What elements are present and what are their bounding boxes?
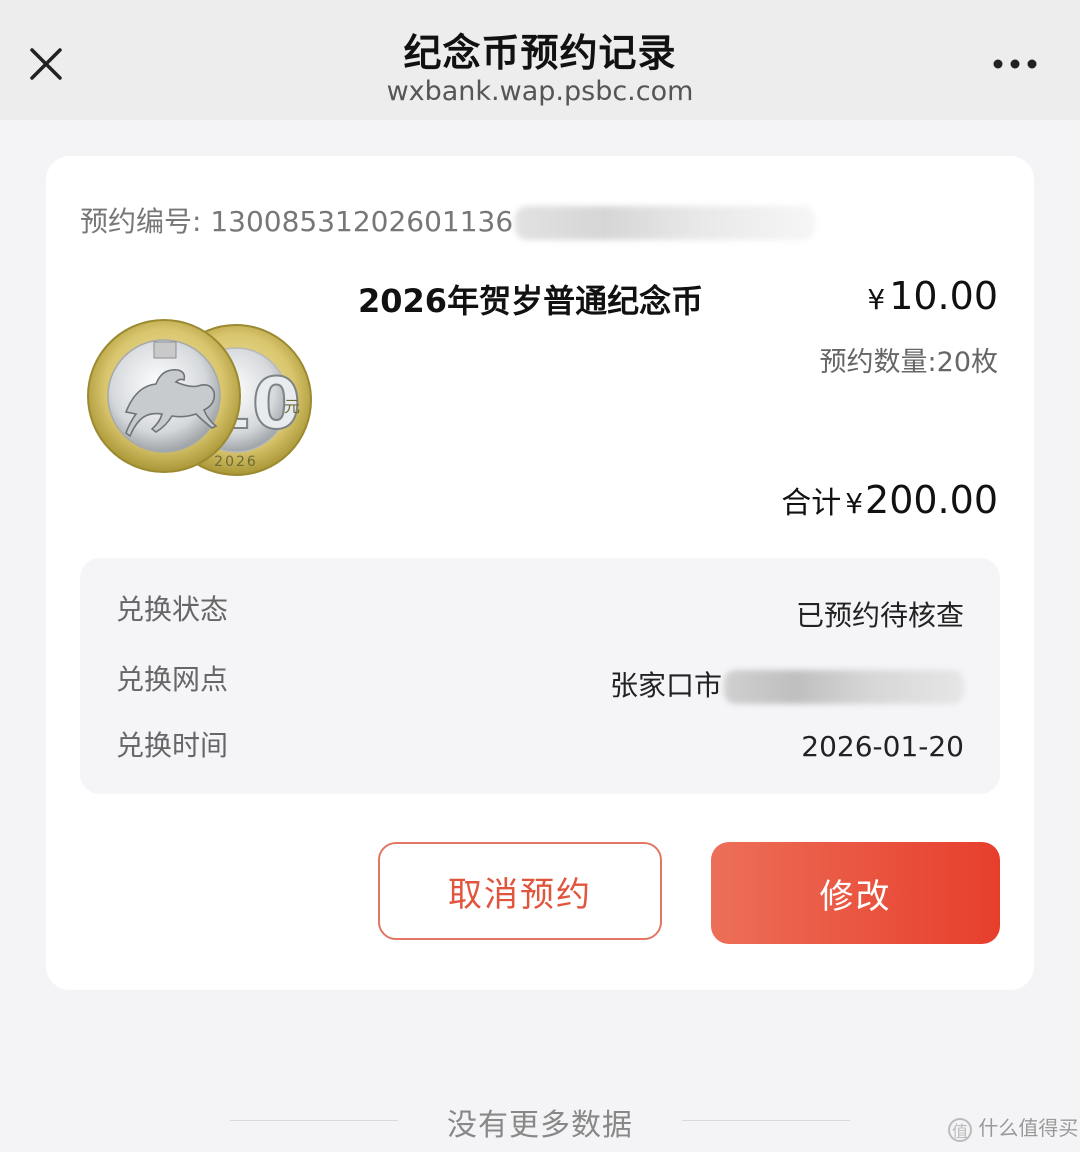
order-number-value: 13008531202601136	[210, 205, 514, 238]
product-name: 2026年贺岁普通纪念币	[358, 282, 704, 320]
total-currency-symbol: ¥	[845, 487, 864, 520]
page-title: 纪念币预约记录	[403, 31, 677, 75]
cancel-reservation-button[interactable]: 取消预约	[378, 842, 662, 940]
total-amount: 合计 ¥200.00	[781, 478, 998, 522]
redacted-blur	[724, 670, 964, 704]
coin-image: 10 元 2026	[87, 319, 312, 476]
price-value: 10.00	[889, 274, 998, 318]
watermark-text: 什么值得买	[978, 1116, 1079, 1140]
top-bar: 纪念币预约记录 wxbank.wap.psbc.com	[0, 0, 1080, 120]
total-label: 合计	[781, 486, 842, 521]
order-number-label: 预约编号:	[80, 205, 202, 238]
exchange-time-value: 2026-01-20	[801, 730, 964, 763]
exchange-status-row: 兑换状态 已预约待核查	[80, 588, 1000, 632]
unit-price: ¥10.00	[867, 274, 998, 318]
exchange-status-value: 已预约待核查	[795, 599, 964, 632]
watermark-logo-icon: 值	[948, 1117, 972, 1142]
order-number: 预约编号: 13008531202601136	[80, 200, 816, 240]
exchange-branch-city: 张家口市	[609, 669, 722, 702]
reservation-card: 预约编号: 13008531202601136 10 元 2026 2026年贺…	[46, 156, 1034, 990]
page-url: wxbank.wap.psbc.com	[386, 76, 694, 107]
reserved-quantity: 预约数量:20枚	[819, 347, 998, 378]
coin-unit: 元	[284, 397, 300, 416]
no-more-data-text: 没有更多数据	[447, 1108, 633, 1143]
exchange-info-panel: 兑换状态 已预约待核查 兑换网点 张家口市 兑换时间 2026-01-20	[80, 558, 1000, 794]
modify-button[interactable]: 修改	[711, 842, 1000, 944]
exchange-time-row: 兑换时间 2026-01-20	[80, 724, 1000, 764]
exchange-branch-label: 兑换网点	[116, 663, 229, 696]
coin-year: 2026	[214, 454, 258, 470]
total-value: 200.00	[865, 478, 998, 522]
exchange-branch-value: 张家口市	[610, 664, 964, 704]
exchange-branch-row: 兑换网点 张家口市	[80, 658, 1000, 704]
exchange-time-label: 兑换时间	[116, 729, 229, 762]
redacted-blur	[515, 206, 816, 240]
watermark: 值 什么值得买	[948, 1112, 1078, 1142]
exchange-status-label: 兑换状态	[116, 593, 229, 626]
currency-symbol: ¥	[867, 283, 886, 316]
more-horizontal-icon[interactable]	[988, 50, 1044, 78]
